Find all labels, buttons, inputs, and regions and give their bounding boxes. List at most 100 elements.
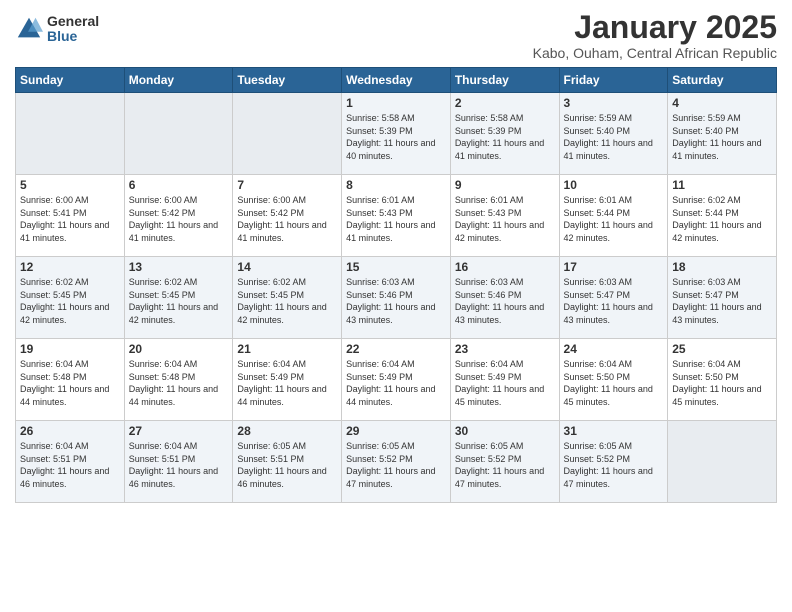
daylight: Daylight: 11 hours and 41 minutes. bbox=[20, 220, 109, 243]
calendar-subtitle: Kabo, Ouham, Central African Republic bbox=[533, 45, 777, 61]
day-info: Sunrise: 6:04 AM Sunset: 5:48 PM Dayligh… bbox=[129, 358, 229, 408]
daylight: Daylight: 11 hours and 46 minutes. bbox=[129, 466, 218, 489]
calendar-cell-4-3: 29 Sunrise: 6:05 AM Sunset: 5:52 PM Dayl… bbox=[342, 421, 451, 503]
sunset: Sunset: 5:49 PM bbox=[346, 372, 413, 382]
page-container: General Blue January 2025 Kabo, Ouham, C… bbox=[0, 0, 792, 513]
calendar-cell-1-3: 8 Sunrise: 6:01 AM Sunset: 5:43 PM Dayli… bbox=[342, 175, 451, 257]
day-info: Sunrise: 6:03 AM Sunset: 5:46 PM Dayligh… bbox=[455, 276, 555, 326]
calendar-header: Sunday Monday Tuesday Wednesday Thursday… bbox=[16, 68, 777, 93]
calendar-week-1: 5 Sunrise: 6:00 AM Sunset: 5:41 PM Dayli… bbox=[16, 175, 777, 257]
daylight: Daylight: 11 hours and 45 minutes. bbox=[672, 384, 761, 407]
sunrise: Sunrise: 6:00 AM bbox=[129, 195, 198, 205]
calendar-cell-4-6 bbox=[668, 421, 777, 503]
sunrise: Sunrise: 6:04 AM bbox=[564, 359, 633, 369]
sunrise: Sunrise: 6:02 AM bbox=[672, 195, 741, 205]
sunrise: Sunrise: 5:58 AM bbox=[346, 113, 415, 123]
sunrise: Sunrise: 6:03 AM bbox=[346, 277, 415, 287]
day-number: 4 bbox=[672, 96, 772, 110]
sunrise: Sunrise: 6:04 AM bbox=[20, 359, 89, 369]
day-info: Sunrise: 6:04 AM Sunset: 5:48 PM Dayligh… bbox=[20, 358, 120, 408]
calendar-cell-2-3: 15 Sunrise: 6:03 AM Sunset: 5:46 PM Dayl… bbox=[342, 257, 451, 339]
day-info: Sunrise: 6:03 AM Sunset: 5:46 PM Dayligh… bbox=[346, 276, 446, 326]
calendar-cell-0-0 bbox=[16, 93, 125, 175]
sunset: Sunset: 5:48 PM bbox=[20, 372, 87, 382]
day-info: Sunrise: 6:05 AM Sunset: 5:52 PM Dayligh… bbox=[346, 440, 446, 490]
sunrise: Sunrise: 5:59 AM bbox=[672, 113, 741, 123]
day-info: Sunrise: 6:01 AM Sunset: 5:44 PM Dayligh… bbox=[564, 194, 664, 244]
calendar-cell-3-2: 21 Sunrise: 6:04 AM Sunset: 5:49 PM Dayl… bbox=[233, 339, 342, 421]
sunset: Sunset: 5:51 PM bbox=[237, 454, 304, 464]
day-number: 11 bbox=[672, 178, 772, 192]
calendar-cell-0-5: 3 Sunrise: 5:59 AM Sunset: 5:40 PM Dayli… bbox=[559, 93, 668, 175]
daylight: Daylight: 11 hours and 47 minutes. bbox=[346, 466, 435, 489]
day-number: 16 bbox=[455, 260, 555, 274]
calendar-cell-2-4: 16 Sunrise: 6:03 AM Sunset: 5:46 PM Dayl… bbox=[450, 257, 559, 339]
sunset: Sunset: 5:42 PM bbox=[129, 208, 196, 218]
calendar-cell-2-0: 12 Sunrise: 6:02 AM Sunset: 5:45 PM Dayl… bbox=[16, 257, 125, 339]
calendar-cell-4-4: 30 Sunrise: 6:05 AM Sunset: 5:52 PM Dayl… bbox=[450, 421, 559, 503]
calendar-cell-3-6: 25 Sunrise: 6:04 AM Sunset: 5:50 PM Dayl… bbox=[668, 339, 777, 421]
daylight: Daylight: 11 hours and 47 minutes. bbox=[564, 466, 653, 489]
sunrise: Sunrise: 6:02 AM bbox=[237, 277, 306, 287]
day-info: Sunrise: 6:04 AM Sunset: 5:51 PM Dayligh… bbox=[20, 440, 120, 490]
day-info: Sunrise: 6:02 AM Sunset: 5:45 PM Dayligh… bbox=[20, 276, 120, 326]
logo: General Blue bbox=[15, 14, 99, 45]
day-info: Sunrise: 6:05 AM Sunset: 5:52 PM Dayligh… bbox=[564, 440, 664, 490]
day-number: 30 bbox=[455, 424, 555, 438]
logo-icon bbox=[15, 15, 43, 43]
daylight: Daylight: 11 hours and 47 minutes. bbox=[455, 466, 544, 489]
day-number: 23 bbox=[455, 342, 555, 356]
logo-text: General Blue bbox=[47, 14, 99, 45]
header: General Blue January 2025 Kabo, Ouham, C… bbox=[15, 10, 777, 61]
day-number: 24 bbox=[564, 342, 664, 356]
calendar-cell-3-3: 22 Sunrise: 6:04 AM Sunset: 5:49 PM Dayl… bbox=[342, 339, 451, 421]
calendar-cell-3-0: 19 Sunrise: 6:04 AM Sunset: 5:48 PM Dayl… bbox=[16, 339, 125, 421]
sunrise: Sunrise: 6:05 AM bbox=[346, 441, 415, 451]
daylight: Daylight: 11 hours and 45 minutes. bbox=[564, 384, 653, 407]
sunrise: Sunrise: 6:04 AM bbox=[129, 441, 198, 451]
day-number: 19 bbox=[20, 342, 120, 356]
daylight: Daylight: 11 hours and 42 minutes. bbox=[672, 220, 761, 243]
sunset: Sunset: 5:40 PM bbox=[672, 126, 739, 136]
sunrise: Sunrise: 6:05 AM bbox=[455, 441, 524, 451]
header-tuesday: Tuesday bbox=[233, 68, 342, 93]
sunset: Sunset: 5:46 PM bbox=[346, 290, 413, 300]
daylight: Daylight: 11 hours and 41 minutes. bbox=[455, 138, 544, 161]
header-saturday: Saturday bbox=[668, 68, 777, 93]
day-info: Sunrise: 5:59 AM Sunset: 5:40 PM Dayligh… bbox=[672, 112, 772, 162]
day-number: 29 bbox=[346, 424, 446, 438]
day-number: 9 bbox=[455, 178, 555, 192]
day-info: Sunrise: 6:00 AM Sunset: 5:42 PM Dayligh… bbox=[237, 194, 337, 244]
day-number: 28 bbox=[237, 424, 337, 438]
header-friday: Friday bbox=[559, 68, 668, 93]
day-number: 5 bbox=[20, 178, 120, 192]
sunset: Sunset: 5:43 PM bbox=[346, 208, 413, 218]
sunrise: Sunrise: 6:05 AM bbox=[564, 441, 633, 451]
daylight: Daylight: 11 hours and 43 minutes. bbox=[564, 302, 653, 325]
sunrise: Sunrise: 6:04 AM bbox=[672, 359, 741, 369]
sunrise: Sunrise: 6:01 AM bbox=[455, 195, 524, 205]
daylight: Daylight: 11 hours and 42 minutes. bbox=[129, 302, 218, 325]
calendar-week-0: 1 Sunrise: 5:58 AM Sunset: 5:39 PM Dayli… bbox=[16, 93, 777, 175]
daylight: Daylight: 11 hours and 42 minutes. bbox=[564, 220, 653, 243]
sunrise: Sunrise: 6:03 AM bbox=[672, 277, 741, 287]
calendar-cell-0-6: 4 Sunrise: 5:59 AM Sunset: 5:40 PM Dayli… bbox=[668, 93, 777, 175]
day-info: Sunrise: 6:01 AM Sunset: 5:43 PM Dayligh… bbox=[346, 194, 446, 244]
day-number: 8 bbox=[346, 178, 446, 192]
sunset: Sunset: 5:50 PM bbox=[564, 372, 631, 382]
day-number: 22 bbox=[346, 342, 446, 356]
sunset: Sunset: 5:51 PM bbox=[20, 454, 87, 464]
day-number: 10 bbox=[564, 178, 664, 192]
sunset: Sunset: 5:44 PM bbox=[672, 208, 739, 218]
day-info: Sunrise: 6:01 AM Sunset: 5:43 PM Dayligh… bbox=[455, 194, 555, 244]
sunset: Sunset: 5:45 PM bbox=[129, 290, 196, 300]
sunset: Sunset: 5:47 PM bbox=[672, 290, 739, 300]
calendar-week-2: 12 Sunrise: 6:02 AM Sunset: 5:45 PM Dayl… bbox=[16, 257, 777, 339]
day-number: 3 bbox=[564, 96, 664, 110]
day-info: Sunrise: 6:02 AM Sunset: 5:45 PM Dayligh… bbox=[129, 276, 229, 326]
sunset: Sunset: 5:45 PM bbox=[20, 290, 87, 300]
calendar-cell-2-6: 18 Sunrise: 6:03 AM Sunset: 5:47 PM Dayl… bbox=[668, 257, 777, 339]
sunset: Sunset: 5:39 PM bbox=[455, 126, 522, 136]
day-number: 6 bbox=[129, 178, 229, 192]
calendar-cell-0-4: 2 Sunrise: 5:58 AM Sunset: 5:39 PM Dayli… bbox=[450, 93, 559, 175]
